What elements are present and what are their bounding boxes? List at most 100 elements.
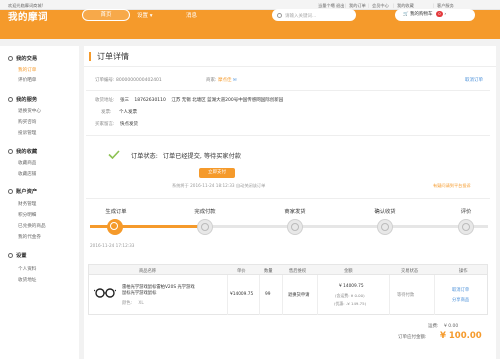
notice-time: 2016-11-24 18:12:33 xyxy=(190,183,235,188)
customer-service-link[interactable]: 客户服务 xyxy=(437,3,454,9)
heart-icon xyxy=(8,149,13,154)
sidebar-item-inquiry[interactable]: 购买咨询 xyxy=(18,119,36,125)
my-favorites-link[interactable]: 我的收藏 xyxy=(397,3,414,9)
nav-settings[interactable]: 设置 ▾ xyxy=(137,11,153,19)
notice-suffix: 自动关闭该订单 xyxy=(235,183,266,188)
topbar-user[interactable]: 当量个噶 xyxy=(318,3,335,9)
notice-prefix: 系统将于 xyxy=(172,183,189,188)
sidebar-item-my-orders[interactable]: 我的订单 xyxy=(18,67,36,73)
row-discount: (优惠: -¥ 149.75) xyxy=(334,301,367,306)
divider xyxy=(86,198,490,199)
order-number-label: 订单编号: xyxy=(95,78,115,83)
cancel-order-link[interactable]: 取消订单 xyxy=(465,77,483,83)
order-number: 8000000000402401 xyxy=(115,78,162,83)
row-freight: (含运费: ¥ 0.00) xyxy=(335,293,365,298)
search-placeholder: 请输入关键词... xyxy=(285,14,317,19)
address-row: 收货地址: 张三 18762630110 江苏 无锡 北塘区 蓝湖大道200号中… xyxy=(95,97,283,103)
step-node-shipped xyxy=(287,219,303,235)
divider xyxy=(259,275,260,315)
trade-state: 等待付款 xyxy=(397,293,415,298)
step-node-received xyxy=(377,219,393,235)
sidebar-section-settings: 设置 xyxy=(8,251,27,259)
chat-icon[interactable]: ✉ xyxy=(233,78,237,83)
step-label-received: 确认收货 xyxy=(374,209,396,215)
product-name[interactable]: 雷柏光学游戏鼠标雷柏V20S 光学游戏 鼠标光学游戏鼠标 xyxy=(122,284,226,296)
address-label: 收货地址: xyxy=(95,98,115,103)
share-product-link[interactable]: 分享商品 xyxy=(452,297,469,303)
sidebar-section-favorites: 我的收藏 xyxy=(8,147,37,155)
table-header: 商品名称 单价 数量 售后维权 金额 交易状态 操作 xyxy=(88,264,488,275)
progress-bar-remaining xyxy=(200,225,488,228)
step-label-paid: 完成付款 xyxy=(194,209,216,215)
row-cancel-order-link[interactable]: 取消订单 xyxy=(452,287,469,293)
page-title-bar: 订单详情 xyxy=(84,46,496,67)
sidebar-section-service: 我的服务 xyxy=(8,95,37,103)
step-icon xyxy=(381,223,389,231)
page-title: 订单详情 xyxy=(97,52,129,61)
merchant-link[interactable]: 摩点佳 xyxy=(218,78,232,83)
step-icon xyxy=(291,223,299,231)
trade-icon xyxy=(8,56,13,61)
product-image[interactable] xyxy=(94,285,116,301)
gear-icon xyxy=(8,253,13,258)
divider xyxy=(282,275,283,315)
search-input[interactable]: 请输入关键词... xyxy=(272,9,356,21)
sidebar: 我的交易 我的订单 评价晒单 我的服务 退换货中心 购买咨询 投诉管理 我的收藏… xyxy=(0,46,79,359)
my-orders-link[interactable]: 我的订单 xyxy=(349,3,366,9)
sidebar-item-address[interactable]: 收货地址 xyxy=(18,277,36,283)
divider: | xyxy=(368,2,370,8)
auto-close-notice: 系统将于 2016-11-24 18:12:33 自动关闭该订单 xyxy=(172,183,265,189)
sidebar-section-assets: 账户资产 xyxy=(8,187,37,195)
status-text: 订单已经提交, 等待买家付款 xyxy=(162,153,241,160)
receiver-phone: 18762630110 xyxy=(134,98,166,103)
freight-value: ¥ 0.00 xyxy=(443,324,459,329)
divider: | xyxy=(393,2,395,8)
nav-messages[interactable]: 消息 xyxy=(186,11,197,19)
divider: | xyxy=(433,2,435,8)
step-label-review: 评价 xyxy=(460,209,472,215)
sidebar-item-reviews[interactable]: 评价晒单 xyxy=(18,77,36,83)
after-sale-link[interactable]: 退换货申请 xyxy=(288,292,309,298)
step-node-review xyxy=(458,219,474,235)
sidebar-item-vouchers[interactable]: 我的代金券 xyxy=(18,234,41,240)
sidebar-item-finance[interactable]: 财务管理 xyxy=(18,201,36,207)
sidebar-item-points[interactable]: 积分明细 xyxy=(18,212,36,218)
sidebar-item-complaints[interactable]: 投诉管理 xyxy=(18,130,36,136)
site-logo[interactable]: 我的摩词 xyxy=(8,9,48,23)
sidebar-section-trade-title: 我的交易 xyxy=(16,56,38,62)
search-icon xyxy=(277,13,282,18)
pay-now-button[interactable]: 立即支付 xyxy=(199,168,235,178)
merchant-row: 商家: 摩点佳 ✉ xyxy=(206,77,237,83)
invoice-value: 个人发票 xyxy=(118,110,137,115)
sidebar-item-returns[interactable]: 退换货中心 xyxy=(18,108,41,114)
checkmark-icon xyxy=(108,150,120,159)
complaint-text: 有疑问请到平台投诉 xyxy=(433,183,471,188)
cart-button[interactable]: 🛒 我的购物车 0 › xyxy=(395,9,475,21)
cart-icon: 🛒 xyxy=(403,12,409,17)
col-header-state: 交易状态 xyxy=(401,269,419,274)
step-node-paid xyxy=(197,219,213,235)
logout-link[interactable]: 退出 xyxy=(336,3,344,9)
unit-price: ¥14009.75 xyxy=(230,292,254,297)
payable-amount: ¥ 100.00 xyxy=(440,331,482,341)
sidebar-section-service-title: 我的服务 xyxy=(16,97,38,103)
welcome-text: 欢迎光临摩词商城! xyxy=(8,2,44,8)
member-center-link[interactable]: 会员中心 xyxy=(372,3,389,9)
sidebar-item-fav-products[interactable]: 收藏商品 xyxy=(18,160,36,166)
divider xyxy=(86,90,490,91)
created-time: 2016-11-24 17:12:33 xyxy=(90,243,135,248)
product-name-line2: 鼠标光学游戏鼠标 xyxy=(122,291,157,296)
col-header-qty: 数量 xyxy=(264,269,273,274)
step-node-created xyxy=(107,219,123,235)
freight-total-row: 运费: ¥ 0.00 xyxy=(428,323,458,329)
freight-label: 运费: xyxy=(428,324,439,329)
sidebar-item-profile[interactable]: 个人资料 xyxy=(18,266,36,272)
buyer-message-row: 买家留言: 快点发货 xyxy=(95,121,138,127)
sidebar-item-redeemed[interactable]: 已兑换的商品 xyxy=(18,223,46,229)
sidebar-item-fav-shops[interactable]: 收藏店铺 xyxy=(18,171,36,177)
nav-home[interactable]: 首页 xyxy=(82,9,130,21)
complaint-link[interactable]: 有疑问请到平台投诉 xyxy=(433,183,471,189)
sidebar-section-settings-title: 设置 xyxy=(16,253,27,259)
divider xyxy=(86,135,490,136)
col-header-price: 单价 xyxy=(237,269,246,274)
